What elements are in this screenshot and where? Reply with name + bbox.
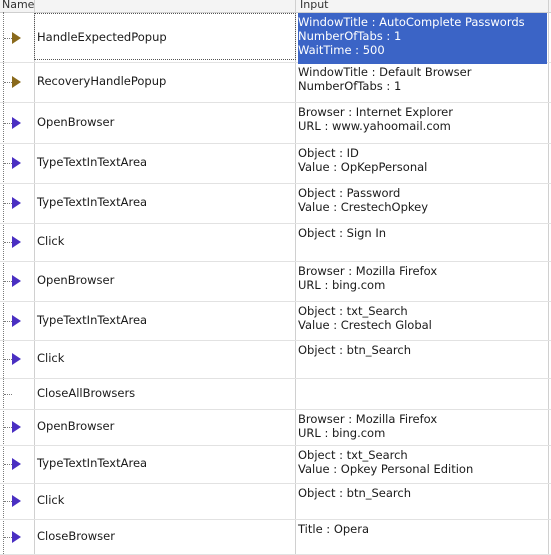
input-parameter: Browser : Mozilla Firefox	[298, 264, 438, 278]
input-parameter: WindowTitle : AutoComplete Passwords	[298, 15, 525, 29]
step-name[interactable]: TypeTextInTextArea	[37, 456, 147, 470]
input-parameter: Object : txt_Search	[298, 304, 408, 318]
input-parameter: WindowTitle : Default Browser	[298, 65, 472, 79]
step-input[interactable]	[298, 379, 547, 381]
brown-arrow-icon	[12, 32, 21, 44]
input-parameter: NumberOfTabs : 1	[298, 29, 402, 43]
step-row[interactable]: HandleExpectedPopup WindowTitle : AutoCom…	[0, 13, 551, 64]
step-input[interactable]: Browser : Internet Explorer URL : www.yah…	[298, 103, 547, 133]
step-name[interactable]: CloseBrowser	[37, 529, 115, 543]
step-name[interactable]: TypeTextInTextArea	[37, 155, 147, 169]
step-row[interactable]: CloseBrowser Title : Opera	[0, 519, 551, 555]
step-row[interactable]: RecoveryHandlePopup WindowTitle : Default…	[0, 62, 551, 103]
step-name[interactable]: CloseAllBrowsers	[37, 386, 135, 400]
blue-arrow-icon	[12, 495, 21, 507]
tree-branch-connector	[4, 427, 12, 428]
input-parameter: Browser : Mozilla Firefox	[298, 412, 438, 426]
input-parameter: Value : Crestech Global	[298, 318, 432, 332]
tree-branch-connector	[4, 501, 12, 502]
tree-branch-connector	[4, 321, 12, 322]
input-parameter: Value : Opkey Personal Edition	[298, 462, 474, 476]
tree-branch-connector	[4, 464, 12, 465]
blue-arrow-icon	[12, 157, 21, 169]
blue-arrow-icon	[12, 197, 21, 209]
step-name[interactable]: OpenBrowser	[37, 115, 114, 129]
input-parameter: URL : bing.com	[298, 278, 386, 292]
input-parameter: Object : txt_Search	[298, 448, 408, 462]
input-parameter: URL : www.yahoomail.com	[298, 119, 451, 133]
step-row[interactable]: Click Object : btn_Search	[0, 483, 551, 520]
blue-arrow-icon	[12, 353, 21, 365]
input-parameter: Browser : Internet Explorer	[298, 105, 453, 119]
step-row[interactable]: TypeTextInTextArea Object : ID Value : OpK…	[0, 143, 551, 184]
step-input[interactable]: Browser : Mozilla Firefox URL : bing.com	[298, 262, 547, 292]
input-parameter: Object : btn_Search	[298, 486, 411, 500]
input-parameter: URL : bing.com	[298, 426, 386, 440]
blue-arrow-icon	[12, 117, 21, 129]
tree-branch-connector	[4, 394, 12, 395]
step-input[interactable]: Object : Sign In	[298, 224, 547, 240]
step-row[interactable]: OpenBrowser Browser : Internet Explorer UR…	[0, 102, 551, 144]
step-input[interactable]: Title : Opera	[298, 520, 547, 536]
step-name[interactable]: Click	[37, 351, 64, 365]
step-input[interactable]: Object : txt_Search Value : Opkey Persona…	[298, 446, 547, 476]
tree-branch-connector	[4, 82, 12, 83]
blue-arrow-icon	[12, 236, 21, 248]
input-parameter: WaitTime : 500	[298, 43, 385, 57]
input-parameter: Object : Sign In	[298, 226, 387, 240]
tree-branch-connector	[4, 163, 12, 164]
column-header: Name Input	[0, 0, 551, 13]
step-input[interactable]: WindowTitle : Default Browser NumberOfTab…	[298, 63, 547, 93]
step-row[interactable]: TypeTextInTextArea Object : Password Value…	[0, 183, 551, 224]
tree-branch-connector	[4, 537, 12, 538]
tree-branch-connector	[4, 281, 12, 282]
step-row[interactable]: OpenBrowser Browser : Mozilla Firefox URL …	[0, 409, 551, 446]
tree-branch-connector	[4, 242, 12, 243]
step-name[interactable]: HandleExpectedPopup	[37, 30, 167, 44]
input-parameter: Object : ID	[298, 146, 359, 160]
step-input[interactable]: Browser : Mozilla Firefox URL : bing.com	[298, 410, 547, 440]
tree-branch-connector	[4, 203, 12, 204]
input-parameter: Value : OpKepPersonal	[298, 160, 428, 174]
input-column-header[interactable]: Input	[300, 0, 328, 12]
name-column-header[interactable]: Name	[2, 0, 34, 12]
step-name[interactable]: OpenBrowser	[37, 273, 114, 287]
brown-arrow-icon	[12, 76, 21, 88]
step-input[interactable]: Object : btn_Search	[298, 341, 547, 357]
blue-arrow-icon	[12, 315, 21, 327]
blue-arrow-icon	[12, 421, 21, 433]
input-parameter: Object : btn_Search	[298, 343, 411, 357]
input-parameter: Value : CrestechOpkey	[298, 200, 429, 214]
step-row[interactable]: TypeTextInTextArea Object : txt_Search Val…	[0, 445, 551, 484]
step-row[interactable]: Click Object : Sign In	[0, 223, 551, 262]
step-name[interactable]: OpenBrowser	[37, 419, 114, 433]
step-name[interactable]: Click	[37, 234, 64, 248]
step-row[interactable]: CloseAllBrowsers	[0, 378, 551, 410]
input-parameter: Object : Password	[298, 186, 401, 200]
blue-arrow-icon	[12, 275, 21, 287]
step-input[interactable]: Object : btn_Search	[298, 484, 547, 500]
input-parameter: Title : Opera	[298, 522, 370, 536]
tree-branch-connector	[4, 123, 12, 124]
step-name[interactable]: TypeTextInTextArea	[37, 313, 147, 327]
input-parameter: NumberOfTabs : 1	[298, 79, 402, 93]
tree-branch-connector	[4, 38, 12, 39]
step-input[interactable]: Object : ID Value : OpKepPersonal	[298, 144, 547, 174]
blue-arrow-icon	[12, 531, 21, 543]
step-name[interactable]: Click	[37, 493, 64, 507]
blue-arrow-icon	[12, 458, 21, 470]
step-name[interactable]: RecoveryHandlePopup	[37, 74, 166, 88]
step-row[interactable]: OpenBrowser Browser : Mozilla Firefox URL …	[0, 261, 551, 302]
tree-branch-connector	[4, 359, 12, 360]
step-input[interactable]: Object : Password Value : CrestechOpkey	[298, 184, 547, 214]
step-row[interactable]: Click Object : btn_Search	[0, 340, 551, 379]
step-input[interactable]: Object : txt_Search Value : Crestech Glob…	[298, 302, 547, 332]
step-name[interactable]: TypeTextInTextArea	[37, 195, 147, 209]
step-row[interactable]: TypeTextInTextArea Object : txt_Search Val…	[0, 301, 551, 341]
step-input[interactable]: WindowTitle : AutoComplete Passwords Numb…	[298, 13, 547, 64]
